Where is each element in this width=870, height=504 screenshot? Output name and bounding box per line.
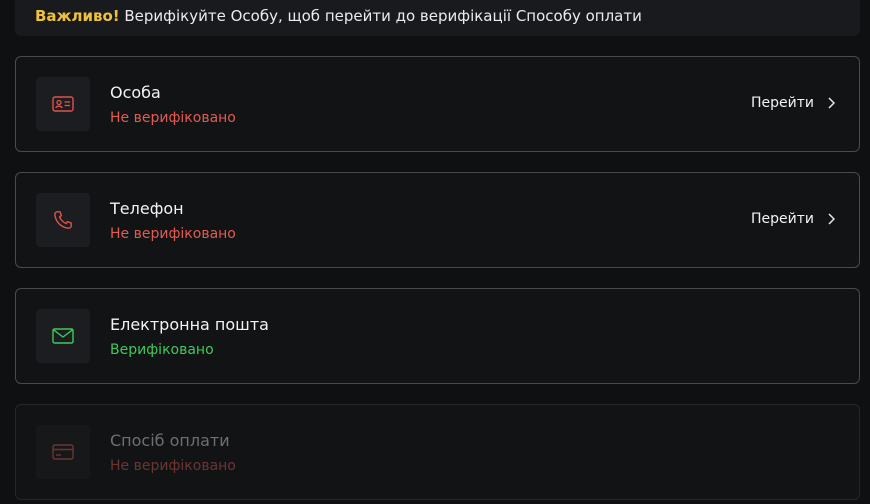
credit-card-icon	[36, 425, 90, 479]
envelope-icon	[36, 309, 90, 363]
notice-message: Верифікуйте Особу, щоб перейти до верифі…	[119, 7, 642, 25]
chevron-right-icon	[828, 213, 835, 225]
chevron-right-icon	[828, 97, 835, 109]
verification-notice: Важливо! Верифікуйте Особу, щоб перейти …	[15, 0, 860, 36]
card-title: Особа	[110, 83, 161, 102]
verification-card-phone[interactable]: Телефон Не верифіковано Перейти	[15, 172, 860, 268]
status-badge: Не верифіковано	[110, 226, 236, 242]
status-badge: Не верифіковано	[110, 110, 236, 126]
go-button-label: Перейти	[751, 95, 814, 111]
go-button[interactable]: Перейти	[751, 93, 835, 113]
verification-card-payment: Спосіб оплати Не верифіковано	[15, 404, 860, 500]
go-button[interactable]: Перейти	[751, 209, 835, 229]
verification-card-person[interactable]: Особа Не верифіковано Перейти	[15, 56, 860, 152]
go-button-label: Перейти	[751, 211, 814, 227]
status-badge: Не верифіковано	[110, 458, 236, 474]
verification-card-email: Електронна пошта Верифіковано	[15, 288, 860, 384]
notice-label: Важливо!	[35, 7, 120, 25]
card-title: Телефон	[110, 199, 184, 218]
id-card-icon	[36, 77, 90, 131]
status-badge: Верифіковано	[110, 342, 214, 358]
phone-icon	[36, 193, 90, 247]
card-title: Спосіб оплати	[110, 431, 230, 450]
card-title: Електронна пошта	[110, 315, 269, 334]
